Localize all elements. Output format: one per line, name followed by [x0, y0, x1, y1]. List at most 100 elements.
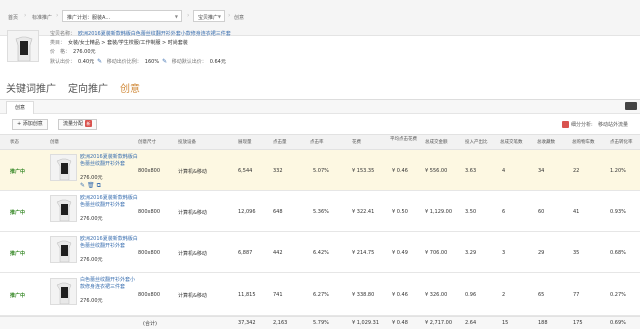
creative-price: 276.00元	[80, 257, 103, 263]
plan-select[interactable]: 推广计划：服装A... ▼	[62, 10, 182, 22]
row-orders: 6	[502, 209, 506, 215]
col-favs[interactable]: 总收藏数	[537, 140, 555, 146]
product-category-line: 类目： 女装/女士精品 > 套装/学生校服/工作制服 > 时尚套装	[50, 39, 188, 46]
main-tabs: 关键词推广 定向推广 创意	[0, 78, 640, 102]
breadcrumb-creative: 创意	[234, 15, 245, 21]
product-title-tail[interactable]: 小款修身连衣裙三件套	[181, 31, 231, 37]
row-clicks: 442	[273, 250, 283, 256]
creative-thumbnail[interactable]	[50, 236, 77, 263]
row-impressions: 11,815	[238, 292, 256, 298]
tab-creative[interactable]: 创意	[120, 80, 140, 102]
table-row: 推广中 欧洲2016夏装新款韩版白色蕾丝纹翻开衫外套 276.00元 800x800…	[0, 232, 640, 273]
totals-roi: 2.64	[465, 320, 477, 326]
row-ctr: 5.07%	[313, 168, 329, 174]
product-price-line: 价 格： 276.00元	[50, 48, 96, 55]
subtab-creative[interactable]: 创意	[6, 101, 34, 114]
row-cpc: ¥ 0.49	[392, 250, 408, 256]
unit-select[interactable]: 宝贝推广 ▼	[193, 10, 225, 22]
col-status: 状态	[10, 140, 19, 145]
mobile-bid-label: 移动默认出价：	[171, 59, 207, 65]
row-gmv: ¥ 326.00	[425, 292, 448, 298]
col-gmv[interactable]: 总成交金额	[425, 140, 448, 146]
row-impressions: 6,544	[238, 168, 253, 174]
tab-targeting[interactable]: 定向推广	[68, 80, 108, 95]
row-orders: 4	[502, 168, 506, 174]
breadcrumb-standard[interactable]: 标准推广	[32, 14, 52, 21]
totals-cost: ¥ 1,029.31	[352, 320, 380, 326]
grid-view-icon[interactable]	[625, 102, 637, 110]
table-row: 推广中 欧洲2016夏装新款韩版白色蕾丝纹翻开衫外套 276.00元 800x800…	[0, 191, 640, 232]
add-creative-button[interactable]: + 添加创意	[12, 119, 48, 130]
creative-price: 276.00元	[80, 298, 103, 304]
tab-keyword[interactable]: 关键词推广	[6, 80, 56, 95]
row-ctr: 6.27%	[313, 292, 329, 298]
row-status: 推广中	[10, 169, 26, 175]
default-bid-label: 默认出价：	[50, 59, 76, 65]
creative-title-link[interactable]: 欧洲2016夏装新款韩版白色蕾丝纹翻开衫外套	[80, 236, 138, 249]
creative-thumbnail[interactable]	[50, 278, 77, 305]
segment-analysis[interactable]: 细分分析:	[562, 121, 593, 128]
pencil-icon[interactable]: ✎	[80, 182, 87, 189]
row-device: 计算机&移动	[178, 169, 207, 175]
row-roi: 3.63	[465, 168, 477, 174]
creative-thumbnail[interactable]	[50, 195, 77, 222]
row-cvr: 1.20%	[610, 168, 626, 174]
col-cost[interactable]: 花费	[352, 140, 361, 146]
mobile-bid: 0.64元	[209, 59, 226, 65]
row-cost: ¥ 322.41	[352, 209, 375, 215]
row-size: 800x800	[138, 209, 161, 215]
row-roi: 0.96	[465, 292, 477, 298]
traffic-split-label: 流量分配	[63, 121, 84, 127]
creative-title-link[interactable]: 欧洲2016夏装新款韩版白色蕾丝纹翻开衫外套	[80, 195, 138, 208]
totals-gmv: ¥ 2,717.00	[425, 320, 453, 326]
product-info: 宝贝名称： 欧洲2016夏装新款韩版白色蕾丝纹翻开衫外套小款修身连衣裙三件套 类目…	[0, 26, 640, 72]
col-orders[interactable]: 总成交笔数	[500, 140, 523, 146]
product-image	[7, 30, 39, 62]
row-device: 计算机&移动	[178, 293, 207, 299]
product-price: 276.00元	[73, 49, 96, 55]
totals-row: (合计) 37,342 2,163 5.79% ¥ 1,029.31 ¥ 0.4…	[0, 316, 640, 329]
totals-cpc: ¥ 0.48	[392, 320, 408, 326]
row-favs: 60	[538, 209, 545, 215]
creative-price: 276.00元	[80, 175, 103, 181]
row-actions: ✎🗑⧉	[80, 182, 103, 190]
copy-icon[interactable]: ⧉	[97, 182, 103, 189]
col-impressions[interactable]: 展现量	[238, 140, 252, 146]
col-carts[interactable]: 总购物车数	[572, 140, 595, 146]
row-gmv: ¥ 706.00	[425, 250, 448, 256]
creative-title-link[interactable]: 欧洲2016夏装新款韩版白色蕾丝纹翻开衫外套	[80, 154, 138, 167]
traffic-split-button[interactable]: 流量分配新	[58, 119, 98, 130]
creative-thumbnail[interactable]	[50, 154, 77, 181]
toolbar: + 添加创意 流量分配新 细分分析: 移动站外流量	[0, 116, 640, 132]
pencil-icon[interactable]: ✎	[162, 58, 167, 65]
col-clicks[interactable]: 点击量	[273, 140, 287, 146]
totals-ctr: 5.79%	[313, 320, 329, 326]
row-carts: 22	[573, 168, 580, 174]
row-favs: 34	[538, 168, 545, 174]
col-cvr[interactable]: 点击转化率	[610, 140, 633, 146]
row-clicks: 332	[273, 168, 283, 174]
totals-clicks: 2,163	[273, 320, 288, 326]
mobile-traffic-filter[interactable]: 移动站外流量	[598, 121, 628, 128]
row-cost: ¥ 153.35	[352, 168, 375, 174]
row-status: 推广中	[10, 293, 26, 299]
product-bid-line: 默认出价： 0.40元 ✎ 移动出价比例： 160% ✎ 移动默认出价： 0.64元	[50, 58, 226, 65]
trash-icon[interactable]: 🗑	[87, 182, 97, 189]
row-orders: 2	[502, 292, 506, 298]
row-impressions: 6,887	[238, 250, 253, 256]
row-roi: 3.29	[465, 250, 477, 256]
row-cvr: 0.68%	[610, 250, 626, 256]
col-cpc[interactable]: 平均点击花费	[390, 137, 422, 143]
col-creative: 创意	[50, 140, 59, 145]
default-bid: 0.40元	[78, 59, 95, 65]
row-gmv: ¥ 556.00	[425, 168, 448, 174]
breadcrumb-home[interactable]: 首页	[8, 14, 18, 21]
row-favs: 65	[538, 292, 545, 298]
subtab-strip	[0, 100, 640, 114]
pencil-icon[interactable]: ✎	[97, 58, 102, 65]
row-carts: 77	[573, 292, 580, 298]
creative-title-link[interactable]: 白色蕾丝纹翻开衫外套小款修身连衣裙三件套	[80, 277, 138, 290]
col-roi[interactable]: 投入产出比	[465, 140, 488, 146]
col-ctr[interactable]: 点击率	[310, 140, 324, 146]
product-title-link[interactable]: 欧洲2016夏装新款韩版白色蕾丝纹翻开衫外套	[78, 31, 181, 37]
